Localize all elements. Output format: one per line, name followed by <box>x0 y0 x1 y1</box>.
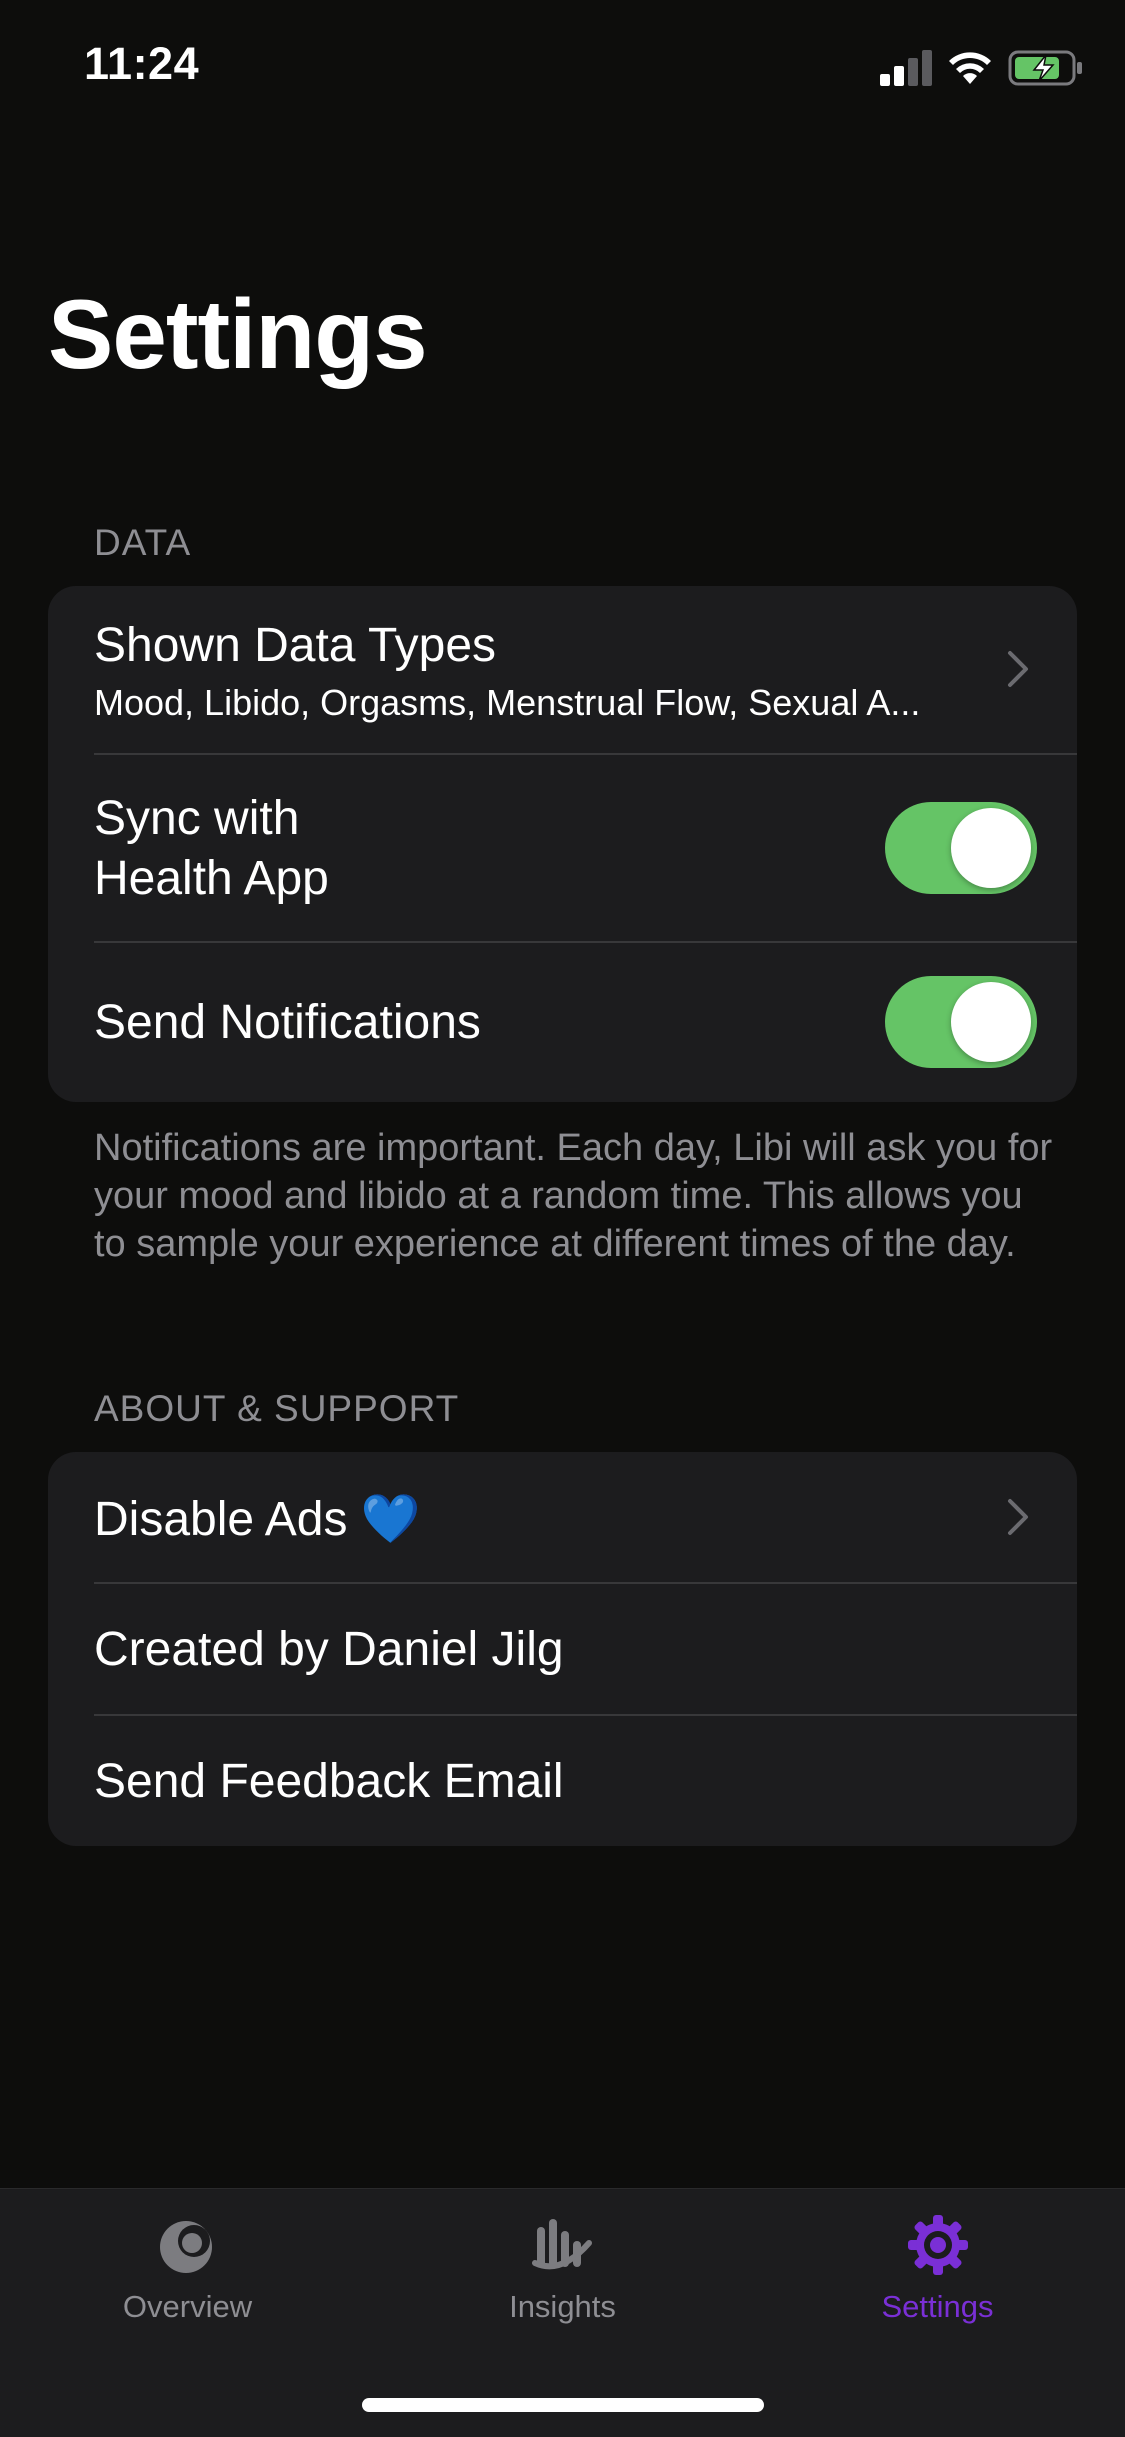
send-notifications-label: Send Notifications <box>94 996 481 1049</box>
data-settings-group: Shown Data Types Mood, Libido, Orgasms, … <box>48 586 1077 1102</box>
send-notifications-toggle[interactable] <box>885 976 1037 1068</box>
tab-insights-label: Insights <box>509 2289 616 2324</box>
sync-health-label-line2: Health App <box>94 852 329 905</box>
notifications-footer-note: Notifications are important. Each day, L… <box>94 1127 1053 1265</box>
status-time: 11:24 <box>84 38 200 89</box>
insights-icon <box>532 2219 592 2270</box>
shown-data-types-row[interactable]: Shown Data Types Mood, Libido, Orgasms, … <box>48 586 1077 754</box>
disable-ads-label-wrap: Disable Ads 💙 <box>94 1490 421 1547</box>
send-notifications-row: Send Notifications <box>48 943 1077 1102</box>
gear-icon <box>908 2215 968 2275</box>
section-header-data: DATA <box>94 522 192 563</box>
send-feedback-row[interactable]: Send Feedback Email <box>48 1716 1077 1846</box>
tab-settings[interactable]: Settings <box>750 2189 1125 2349</box>
sync-health-label-line1: Sync with <box>94 792 300 845</box>
overview-icon <box>160 2221 212 2273</box>
about-support-group: Disable Ads 💙 Created by Daniel Jilg Sen… <box>48 1452 1077 1846</box>
shown-data-types-value: Mood, Libido, Orgasms, Menstrual Flow, S… <box>94 682 921 723</box>
created-by-label: Created by Daniel Jilg <box>94 1623 564 1676</box>
chevron-right-icon <box>1008 1499 1028 1535</box>
status-bar: 11:24 <box>0 0 1125 140</box>
tab-overview[interactable]: Overview <box>0 2189 375 2349</box>
shown-data-types-label: Shown Data Types <box>94 619 497 672</box>
sync-health-row: Sync with Health App <box>48 755 1077 941</box>
blue-heart-emoji: 💙 <box>360 1493 421 1546</box>
wifi-icon <box>949 52 991 84</box>
send-feedback-label: Send Feedback Email <box>94 1755 564 1808</box>
disable-ads-row[interactable]: Disable Ads 💙 <box>48 1452 1077 1582</box>
toggle-knob <box>951 808 1031 888</box>
home-indicator[interactable] <box>362 2398 764 2412</box>
battery-charging-icon <box>1008 50 1082 86</box>
disable-ads-label: Disable Ads <box>94 1493 348 1546</box>
chevron-right-icon <box>1008 651 1028 687</box>
cellular-signal-icon <box>880 50 932 86</box>
created-by-row[interactable]: Created by Daniel Jilg <box>48 1584 1077 1714</box>
sync-health-toggle[interactable] <box>885 802 1037 894</box>
section-header-about: ABOUT & SUPPORT <box>94 1388 460 1429</box>
tab-insights[interactable]: Insights <box>375 2189 750 2349</box>
page-title: Settings <box>48 279 428 389</box>
toggle-knob <box>951 982 1031 1062</box>
tab-settings-label: Settings <box>881 2289 994 2324</box>
tab-overview-label: Overview <box>122 2289 253 2324</box>
